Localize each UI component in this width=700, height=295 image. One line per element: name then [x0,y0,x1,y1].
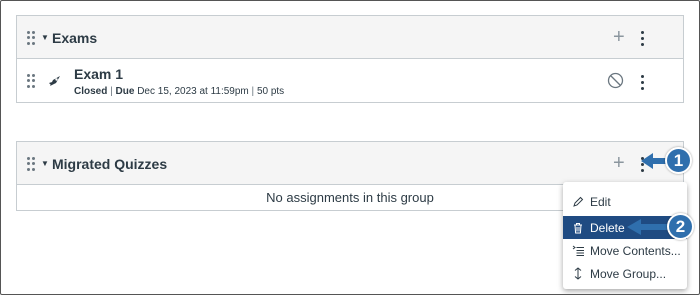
assignment-title[interactable]: Exam 1 [74,66,123,82]
separator: | [110,86,113,97]
callout-badge-1: 1 [665,147,692,174]
caret-down-icon[interactable]: ▼ [41,159,49,168]
assignment-status: Closed [74,86,108,97]
callout-badge-2: 2 [667,213,694,240]
due-date: Dec 15, 2023 at 11:59pm [137,86,249,97]
menu-item-label: Move Group... [590,266,667,281]
separator: | [251,86,255,97]
menu-item-label: Move Contents... [590,243,681,258]
assignment-details: Closed | Due Dec 15, 2023 at 11:59pm | 5… [74,86,284,97]
menu-item-edit[interactable]: Edit [563,190,687,213]
add-assignment-plus-icon[interactable]: + [613,27,625,47]
due-label: Due [115,86,135,97]
assignment-options-kebab-icon[interactable] [641,75,645,90]
caret-down-icon[interactable]: ▼ [41,33,49,42]
move-contents-icon [571,245,585,257]
unpublished-icon[interactable] [607,72,624,89]
quiz-rocket-icon [49,76,60,86]
drag-handle-icon[interactable] [27,31,35,45]
assignments-page: ▼ Exams + Exam 1 Closed | Due Dec 15, 20… [0,0,700,295]
pencil-icon [571,196,585,208]
move-updown-icon [571,267,585,280]
menu-item-move-contents[interactable]: Move Contents... [563,239,687,262]
assignment-group-header-migrated-quizzes: ▼ Migrated Quizzes + [16,141,684,185]
menu-item-label: Edit [590,194,611,209]
trash-icon [571,222,585,234]
group-title[interactable]: Migrated Quizzes [52,156,167,172]
add-assignment-plus-icon[interactable]: + [613,153,625,173]
drag-handle-icon[interactable] [27,74,35,88]
menu-item-label: Delete [590,220,625,235]
group-options-kebab-icon[interactable] [641,31,645,46]
group-title[interactable]: Exams [52,30,97,46]
assignment-group-header-exams: ▼ Exams + [16,15,684,59]
menu-item-move-group[interactable]: Move Group... [563,262,687,285]
assignment-row[interactable]: Exam 1 Closed | Due Dec 15, 2023 at 11:5… [16,59,684,103]
points: 50 pts [256,86,285,97]
drag-handle-icon[interactable] [27,157,35,171]
